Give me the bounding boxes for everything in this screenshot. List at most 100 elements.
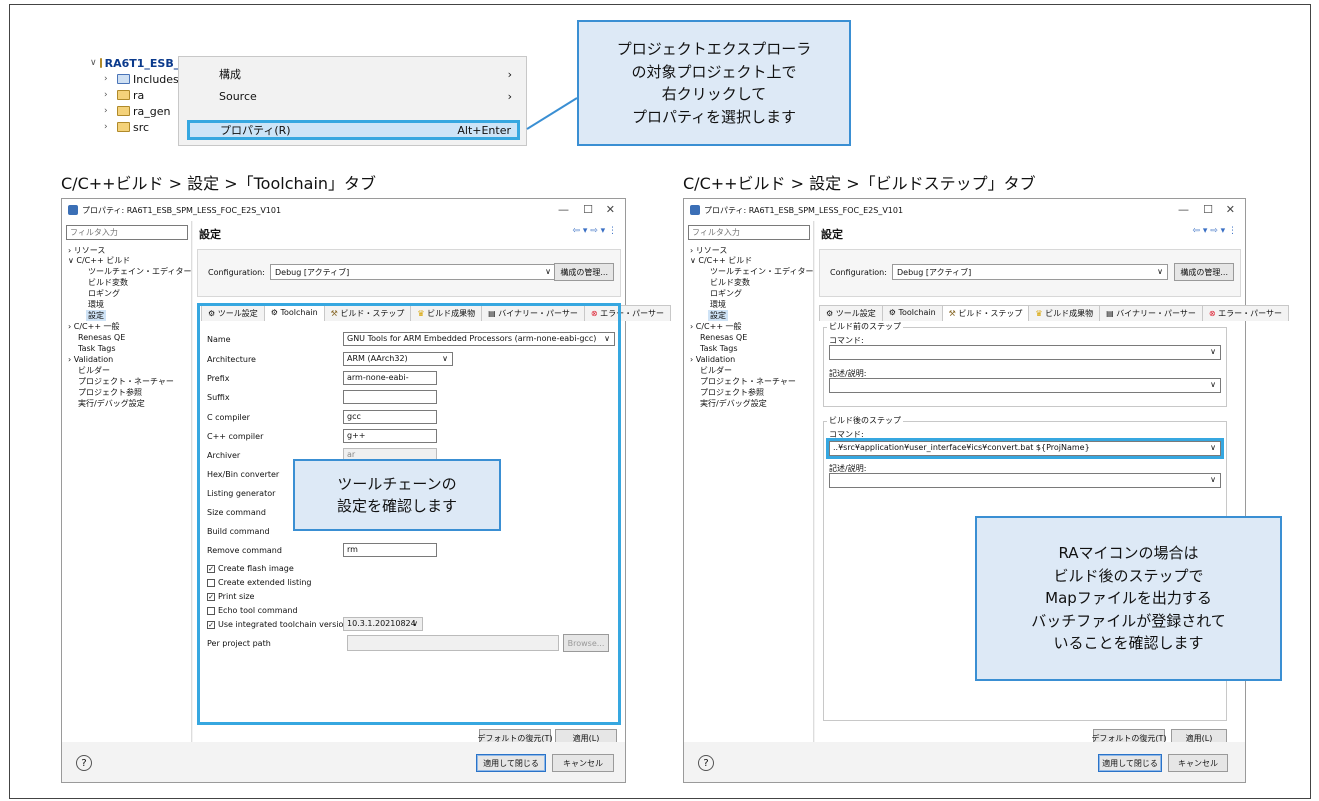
nav-item-selected[interactable]: 設定 bbox=[708, 310, 728, 321]
field-label: C compiler bbox=[207, 413, 250, 422]
close-button[interactable]: ✕ bbox=[606, 203, 615, 216]
pre-command-input[interactable]: ∨ bbox=[829, 345, 1221, 360]
cancel-button[interactable]: キャンセル bbox=[552, 754, 614, 772]
nav-item[interactable]: ビルド変数 bbox=[710, 277, 750, 288]
category-sidebar: › リソース ∨ C/C++ ビルド ツールチェイン・エディター ビルド変数 ロ… bbox=[62, 221, 192, 742]
nav-item[interactable]: プロジェクト・ネーチャー bbox=[700, 376, 796, 387]
group-label: ビルド後のステップ bbox=[827, 415, 903, 426]
category-sidebar: › リソース ∨ C/C++ ビルド ツールチェイン・エディター ビルド変数 ロ… bbox=[684, 221, 814, 742]
nav-item[interactable]: 実行/デバッグ設定 bbox=[78, 398, 145, 409]
field-label: Suffix bbox=[207, 393, 230, 402]
maximize-button[interactable]: ☐ bbox=[1203, 203, 1213, 216]
nav-item[interactable]: › C/C++ 一般 bbox=[68, 321, 120, 332]
help-icon[interactable]: ? bbox=[76, 755, 92, 771]
nav-item[interactable]: 環境 bbox=[710, 299, 726, 310]
nav-item[interactable]: Renesas QE bbox=[78, 332, 125, 343]
nav-item[interactable]: › Validation bbox=[68, 354, 113, 365]
cancel-button[interactable]: キャンセル bbox=[1168, 754, 1228, 772]
post-command-highlight bbox=[826, 438, 1224, 459]
prefix-input[interactable]: arm-none-eabi- bbox=[343, 371, 437, 385]
tab-binary-parser[interactable]: ▤ バイナリー・パーサー bbox=[1099, 305, 1203, 321]
tab-label: ビルド成果物 bbox=[1045, 309, 1094, 318]
tab-build-steps[interactable]: ⚒ ビルド・ステップ bbox=[941, 305, 1030, 321]
post-desc-input[interactable]: ∨ bbox=[829, 473, 1221, 488]
checkbox-extended-listing[interactable]: Create extended listing bbox=[207, 578, 312, 587]
checkbox-checked-icon: ✓ bbox=[207, 564, 215, 573]
minimize-button[interactable]: — bbox=[558, 203, 569, 216]
dialog-footer: ? 適用して閉じる キャンセル bbox=[684, 742, 1245, 782]
nav-item[interactable]: プロジェクト・ネーチャー bbox=[78, 376, 174, 387]
apply-close-button[interactable]: 適用して閉じる bbox=[1098, 754, 1162, 772]
checkbox-integrated-toolchain[interactable]: ✓ Use integrated toolchain version: bbox=[207, 620, 351, 629]
minimize-button[interactable]: — bbox=[1178, 203, 1189, 216]
chevron-down-icon: ∨ bbox=[545, 267, 551, 276]
checkbox-echo-tool[interactable]: Echo tool command bbox=[207, 606, 298, 615]
config-select[interactable]: Debug [アクティブ] ∨ bbox=[892, 264, 1168, 280]
filter-input[interactable] bbox=[688, 225, 810, 240]
gear-icon: ⚙ bbox=[826, 309, 836, 318]
nav-item[interactable]: 環境 bbox=[88, 299, 104, 310]
nav-item-selected[interactable]: 設定 bbox=[86, 310, 106, 321]
nav-item[interactable]: ロギング bbox=[710, 288, 742, 299]
nav-item[interactable]: プロジェクト参照 bbox=[78, 387, 142, 398]
toolchain-version-select[interactable]: 10.3.1.20210824 ∨ bbox=[343, 617, 423, 631]
chevron-down-icon: ∨ bbox=[1210, 347, 1216, 356]
close-button[interactable]: ✕ bbox=[1226, 203, 1235, 216]
nav-item[interactable]: › C/C++ 一般 bbox=[690, 321, 742, 332]
c-compiler-input[interactable]: gcc bbox=[343, 410, 437, 424]
nav-item[interactable]: ツールチェイン・エディター bbox=[710, 266, 813, 277]
tab-build-artifact[interactable]: ♛ ビルド成果物 bbox=[1028, 305, 1101, 321]
nav-item[interactable]: ツールチェイン・エディター bbox=[88, 266, 191, 277]
tab-toolchain[interactable]: ⚙ Toolchain bbox=[881, 305, 943, 321]
page-title: 設定 bbox=[199, 228, 221, 241]
help-icon[interactable]: ? bbox=[698, 755, 714, 771]
callout-line: ツールチェーンの bbox=[337, 474, 457, 493]
history-nav[interactable]: ⇦ ▾ ⇨ ▾ ⋮ bbox=[572, 226, 617, 236]
checkbox-checked-icon: ✓ bbox=[207, 620, 215, 629]
dialog-title: プロパティ: RA6T1_ESB_SPM_LESS_FOC_E2S_V101 bbox=[82, 205, 282, 215]
config-value: Debug [アクティブ] bbox=[897, 268, 972, 277]
filter-input[interactable] bbox=[66, 225, 188, 240]
field-label: Prefix bbox=[207, 374, 230, 383]
callout-line: Mapファイルを出力する bbox=[1045, 589, 1212, 608]
pre-desc-input[interactable]: ∨ bbox=[829, 378, 1221, 393]
gear-icon: ⚙ bbox=[888, 308, 899, 317]
pre-build-group bbox=[823, 327, 1227, 407]
remove-command-input[interactable]: rm bbox=[343, 543, 437, 557]
apply-close-button[interactable]: 適用して閉じる bbox=[476, 754, 546, 772]
nav-item[interactable]: › Validation bbox=[690, 354, 735, 365]
nav-item[interactable]: Task Tags bbox=[78, 343, 116, 354]
field-value: ARM (AArch32) bbox=[347, 354, 408, 363]
manage-config-button[interactable]: 構成の管理... bbox=[1174, 263, 1234, 281]
browse-button[interactable]: Browse... bbox=[563, 634, 609, 652]
nav-item[interactable]: ビルダー bbox=[700, 365, 732, 376]
suffix-input[interactable] bbox=[343, 390, 437, 404]
toolchain-name-select[interactable]: GNU Tools for ARM Embedded Processors (a… bbox=[343, 332, 615, 346]
nav-item[interactable]: ∨ C/C++ ビルド bbox=[690, 255, 752, 266]
checkbox-print-size[interactable]: ✓ Print size bbox=[207, 592, 254, 601]
nav-item[interactable]: Task Tags bbox=[700, 343, 738, 354]
nav-item[interactable]: プロジェクト参照 bbox=[700, 387, 764, 398]
config-label: Configuration: bbox=[830, 268, 887, 277]
nav-item[interactable]: ロギング bbox=[88, 288, 120, 299]
binary-icon: ▤ bbox=[1106, 309, 1117, 318]
nav-item[interactable]: ビルダー bbox=[78, 365, 110, 376]
callout-line: いることを確認します bbox=[1053, 634, 1204, 653]
nav-item[interactable]: ∨ C/C++ ビルド bbox=[68, 255, 130, 266]
per-project-path-input[interactable] bbox=[347, 635, 559, 651]
config-select[interactable]: Debug [アクティブ] ∨ bbox=[270, 264, 556, 280]
history-nav[interactable]: ⇦ ▾ ⇨ ▾ ⋮ bbox=[1192, 226, 1237, 236]
tab-error-parser[interactable]: ⊗ エラー・パーサー bbox=[1201, 305, 1289, 321]
page-title: 設定 bbox=[821, 228, 843, 241]
nav-item[interactable]: Renesas QE bbox=[700, 332, 747, 343]
tab-tool-settings[interactable]: ⚙ ツール設定 bbox=[819, 305, 883, 321]
nav-item[interactable]: 実行/デバッグ設定 bbox=[700, 398, 767, 409]
nav-item[interactable]: ビルド変数 bbox=[88, 277, 128, 288]
settings-panel: 設定 ⇦ ▾ ⇨ ▾ ⋮ Configuration: Debug [アクティブ… bbox=[193, 221, 671, 747]
cpp-compiler-input[interactable]: g++ bbox=[343, 429, 437, 443]
maximize-button[interactable]: ☐ bbox=[583, 203, 593, 216]
field-label: Hex/Bin converter bbox=[207, 470, 280, 479]
manage-config-button[interactable]: 構成の管理... bbox=[554, 263, 614, 281]
checkbox-create-flash[interactable]: ✓ Create flash image bbox=[207, 564, 294, 573]
architecture-select[interactable]: ARM (AArch32) ∨ bbox=[343, 352, 453, 366]
